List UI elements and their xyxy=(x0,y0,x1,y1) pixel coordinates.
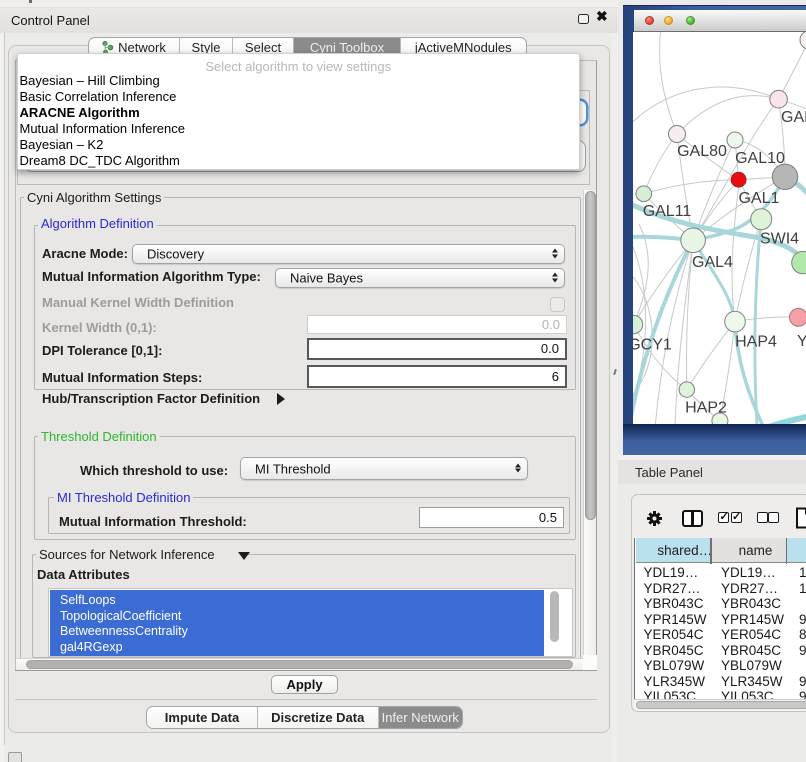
svg-text:GCY1: GCY1 xyxy=(633,337,672,354)
svg-text:HAP4: HAP4 xyxy=(735,334,777,351)
svg-text:HAP2: HAP2 xyxy=(685,400,727,417)
svg-text:SWI4: SWI4 xyxy=(760,231,799,248)
svg-text:GAL10: GAL10 xyxy=(735,150,785,167)
svg-text:GAL1: GAL1 xyxy=(739,190,780,207)
svg-text:GAL80: GAL80 xyxy=(677,143,727,160)
svg-text:GAL11: GAL11 xyxy=(643,203,692,220)
svg-text:GAL7: GAL7 xyxy=(781,109,806,126)
svg-text:GAL4: GAL4 xyxy=(692,254,733,271)
svg-text:YM: YM xyxy=(797,333,806,350)
